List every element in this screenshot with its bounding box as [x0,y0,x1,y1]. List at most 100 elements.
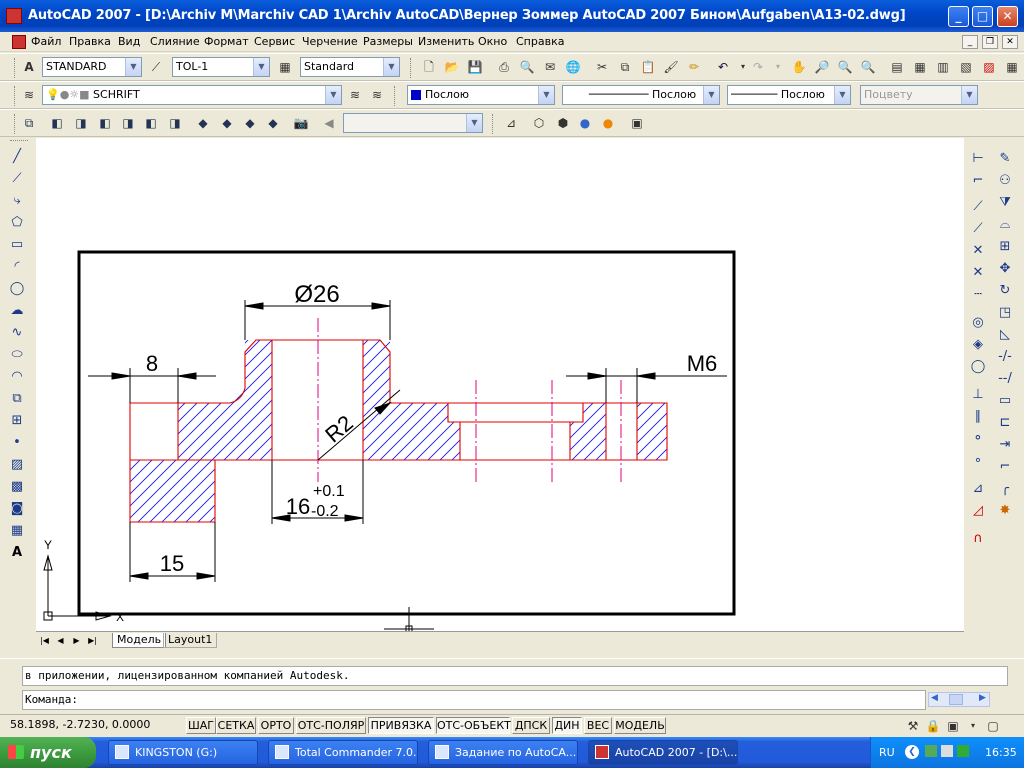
snap-toggle[interactable]: ШАГ [186,717,216,734]
open-file-icon[interactable]: 📂 [443,58,461,76]
properties-icon[interactable]: ▤ [888,58,906,76]
menu-tools[interactable]: Сервис [254,35,295,48]
dim-baseline-icon[interactable]: ◯ [969,358,987,376]
design-center-icon[interactable]: ▦ [911,58,929,76]
clean-screen-icon[interactable]: ▢ [984,717,1002,735]
linetype-select[interactable]: ───────── Послою ▼ [562,85,720,105]
dim-style-select[interactable]: TOL-1 ▼ [172,57,270,77]
menu-edit[interactable]: Правка [69,35,111,48]
scale-icon[interactable]: ◳ [996,304,1014,322]
task-total-commander[interactable]: Total Commander 7.0... [268,740,418,765]
document-icon[interactable] [12,35,26,49]
quickcalc-icon[interactable]: ▦ [1003,58,1021,76]
menu-view[interactable]: Вид [118,35,140,48]
ellipse-icon[interactable]: ⬭ [8,346,26,364]
chamfer-icon[interactable]: ⌐ [996,458,1014,476]
se-iso-icon[interactable]: ◆ [218,114,236,132]
construction-line-icon[interactable]: ⟋ [8,170,26,188]
menu-draw[interactable]: Черчение [302,35,358,48]
scroll-left-icon[interactable]: ◀ [931,693,938,703]
bottom-view-icon[interactable]: ◨ [72,114,90,132]
toolbar-grip[interactable] [410,58,413,78]
offset-icon[interactable]: ⌓ [996,216,1014,234]
table-style-icon[interactable]: ▦ [276,58,294,76]
lineweight-select[interactable]: ─────── Послою ▼ [727,85,851,105]
redo-dropdown-icon[interactable]: ▾ [769,58,787,76]
autocad-app-icon[interactable] [6,8,22,24]
gradient-icon[interactable]: ▩ [8,478,26,496]
menu-modify[interactable]: Изменить [418,35,474,48]
network-icon[interactable] [925,745,937,757]
move-icon[interactable]: ✥ [996,260,1014,278]
back-view-icon[interactable]: ◨ [166,114,184,132]
layer-manager-icon[interactable]: ≋ [20,86,38,104]
toolbar-grip[interactable] [492,114,495,134]
toolbar-grip[interactable] [10,140,28,143]
toolbar-grip[interactable] [14,58,17,78]
magnet-icon[interactable]: ∩ [969,530,987,548]
grid-toggle[interactable]: СЕТКА [216,717,256,734]
extend-icon[interactable]: --/ [996,370,1014,388]
sw-iso-icon[interactable]: ◆ [194,114,212,132]
zoom-previous-icon[interactable]: 🔍 [859,58,877,76]
dim-diameter-icon[interactable]: ┄ [969,286,987,304]
fillet-icon[interactable]: ╭ [996,480,1014,498]
make-layer-current-icon[interactable]: ≋ [346,86,364,104]
rectangle-icon[interactable]: ▭ [8,236,26,254]
doc-close-button[interactable]: ✕ [1002,35,1018,49]
mirror-icon[interactable]: ⧩ [996,194,1014,212]
task-word-document[interactable]: Задание по AutoCA... [428,740,578,765]
menu-file[interactable]: Файл [31,35,61,48]
osnap-toggle[interactable]: ПРИВЯЗКА [368,717,434,734]
scroll-right-icon[interactable]: ▶ [979,693,986,703]
doc-restore-button[interactable]: ❐ [982,35,998,49]
chevron-down-icon[interactable]: ▼ [125,58,141,76]
undo-icon[interactable]: ↶ [714,58,732,76]
array-icon[interactable]: ⊞ [996,238,1014,256]
spline-icon[interactable]: ∿ [8,324,26,342]
break-icon[interactable]: ⊏ [996,414,1014,432]
polar-toggle[interactable]: ОТС-ПОЛЯР [296,717,366,734]
copy-object-icon[interactable]: ⚇ [996,172,1014,190]
drawing-svg[interactable]: Ø26 8 M6 R2 16 +0.1 -0.2 15 Y X [36,138,964,631]
language-indicator[interactable]: RU [879,746,895,759]
tool-palettes-icon[interactable]: ▥ [934,58,952,76]
conceptual-visual-style-icon[interactable]: ● [599,114,617,132]
chevron-down-icon[interactable]: ▼ [383,58,399,76]
dim-aligned-icon[interactable]: ⌐ [969,172,987,190]
menu-merge[interactable]: Слияние [150,35,200,48]
tolerance-icon[interactable]: ∘ [969,452,987,470]
chevron-down-icon[interactable]: ▼ [538,86,554,104]
horizontal-scrollbar[interactable]: ◀ ▶ [928,692,990,707]
ne-iso-icon[interactable]: ◆ [241,114,259,132]
toolbar-grip[interactable] [14,114,17,134]
revision-cloud-icon[interactable]: ☁ [8,302,26,320]
line-icon[interactable]: ╱ [8,148,26,166]
task-kingston[interactable]: KINGSTON (G:) [108,740,258,765]
menu-dimension[interactable]: Размеры [363,35,413,48]
chevron-down-icon[interactable]: ▼ [325,86,341,104]
menu-help[interactable]: Справка [516,35,564,48]
chevron-down-icon[interactable]: ▼ [834,86,850,104]
ortho-toggle[interactable]: ОРТО [258,717,294,734]
drawing-area[interactable]: Ø26 8 M6 R2 16 +0.1 -0.2 15 Y X [36,138,964,631]
break-point-icon[interactable]: ▭ [996,392,1014,410]
make-block-icon[interactable]: ⊞ [8,412,26,430]
point-icon[interactable]: • [8,434,26,452]
color-select[interactable]: Послою ▼ [407,85,555,105]
layer-previous-icon[interactable]: ≋ [368,86,386,104]
markup-icon[interactable]: ▨ [980,58,998,76]
dim-jogged-icon[interactable]: ✕ [969,264,987,282]
top-view-icon[interactable]: ◧ [48,114,66,132]
clock[interactable]: 16:35 [985,746,1017,759]
cut-icon[interactable]: ✂ [593,58,611,76]
polyline-icon[interactable]: ⤷ [8,192,26,210]
dim-arc-icon[interactable]: ⟋ [969,198,987,216]
prev-tab-icon[interactable]: ◀ [54,634,67,647]
redo-icon[interactable]: ↷ [749,58,767,76]
ellipse-arc-icon[interactable]: ◠ [8,368,26,386]
stretch-icon[interactable]: ◺ [996,326,1014,344]
otrack-toggle[interactable]: ОТС-ОБЪЕКТ [436,717,511,734]
trim-icon[interactable]: -/- [996,348,1014,366]
left-view-icon[interactable]: ◧ [96,114,114,132]
